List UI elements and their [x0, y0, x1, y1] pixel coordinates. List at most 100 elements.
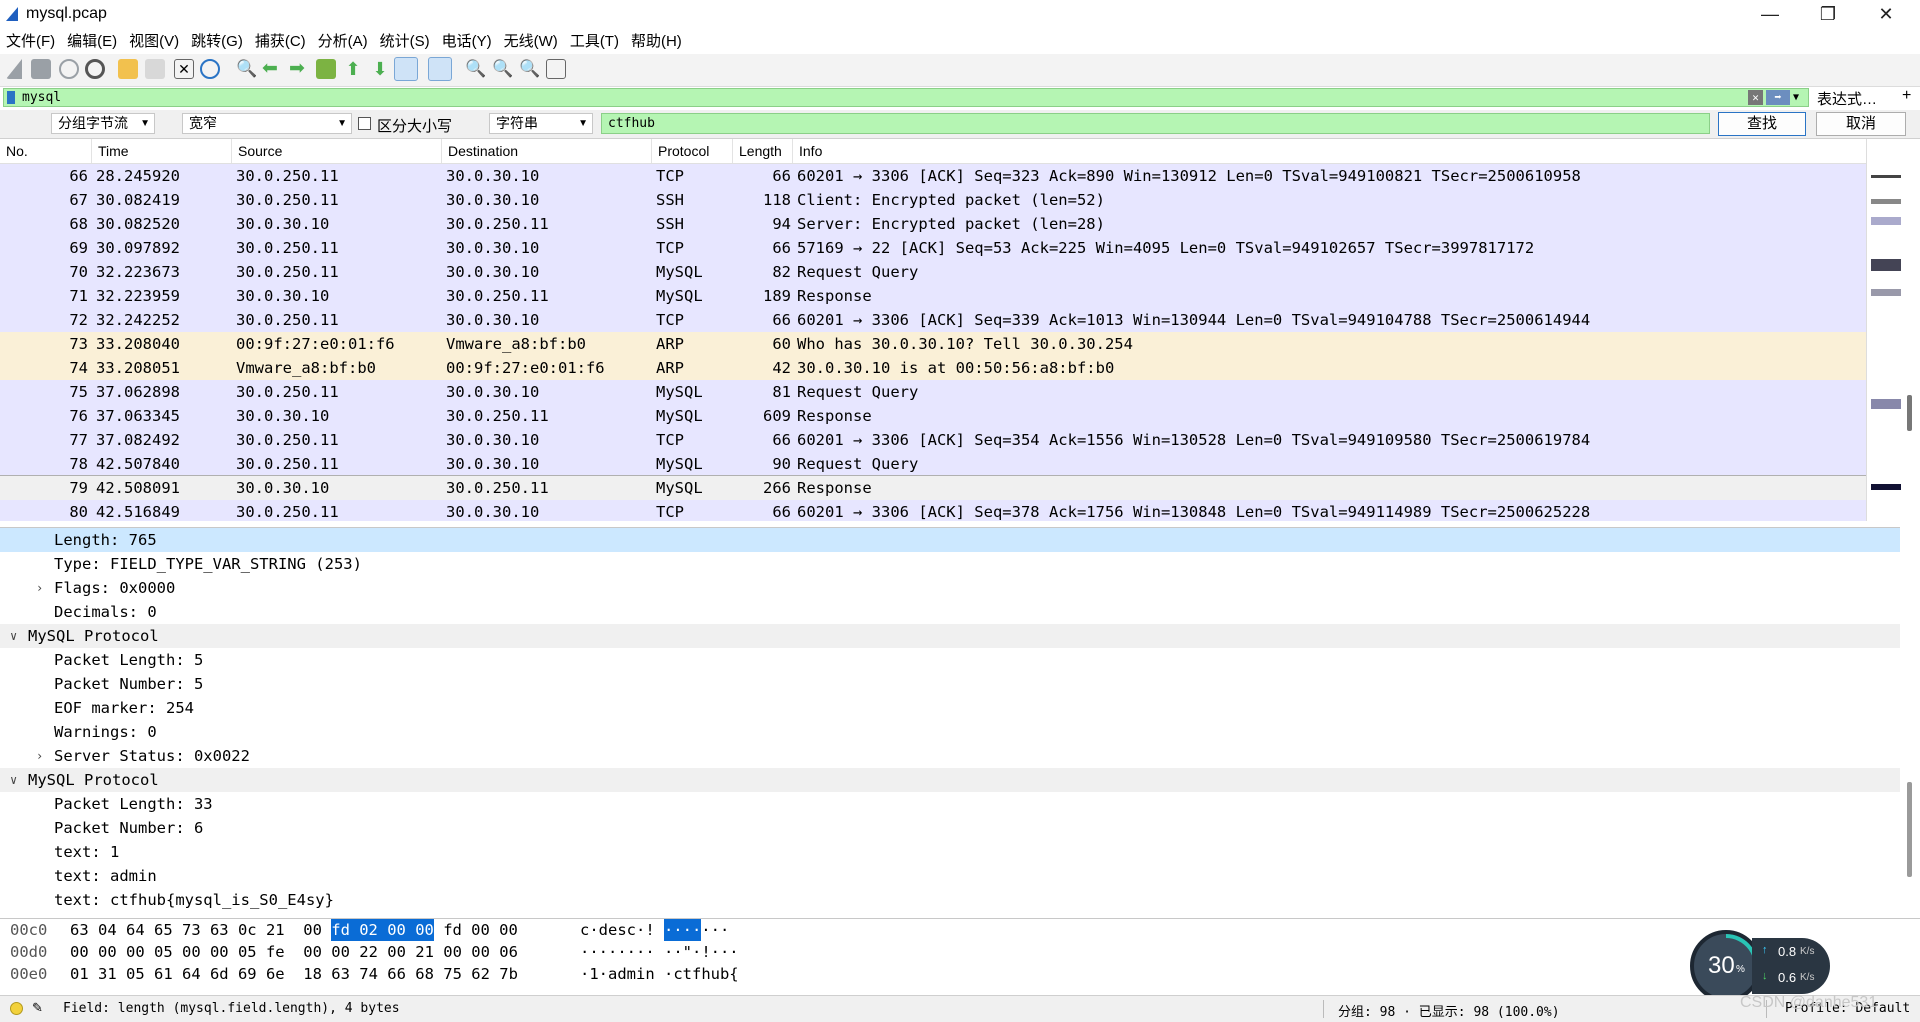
- col-destination[interactable]: Destination: [442, 139, 652, 163]
- packet-row[interactable]: 71 32.223959 30.0.30.10 30.0.250.11 MySQL 189…: [0, 284, 1866, 308]
- detail-field[interactable]: Length: 765: [0, 528, 1900, 552]
- menu-go[interactable]: 跳转(G): [185, 29, 249, 54]
- packet-row[interactable]: 70 32.223673 30.0.250.11 30.0.30.10 MySQL 82 R…: [0, 260, 1866, 284]
- collapse-caret-icon[interactable]: ∨: [10, 768, 17, 792]
- close-file-icon[interactable]: ✕: [174, 59, 194, 79]
- menu-telephony[interactable]: 电话(Y): [436, 29, 498, 54]
- detail-field[interactable]: Packet Length: 5: [0, 648, 1900, 672]
- packet-row[interactable]: 73 33.208040 00:9f:27:e0:01:f6 Vmware_a8:bf…: [0, 332, 1866, 356]
- save-file-icon[interactable]: [145, 59, 165, 79]
- colorize-icon[interactable]: [428, 57, 452, 81]
- menu-analyze[interactable]: 分析(A): [312, 29, 374, 54]
- find-button[interactable]: 查找: [1718, 112, 1806, 136]
- detail-section[interactable]: ∨ MySQL Protocol: [0, 768, 1900, 792]
- edit-comment-icon[interactable]: ✎: [32, 1000, 43, 1016]
- last-packet-icon[interactable]: ⬇: [370, 59, 390, 79]
- autoscroll-icon[interactable]: [394, 57, 418, 81]
- menu-view[interactable]: 视图(V): [123, 29, 185, 54]
- packet-row[interactable]: 67 30.082419 30.0.250.11 30.0.30.10 SSH 118 Cl…: [0, 188, 1866, 212]
- filter-dropdown-icon[interactable]: ▼: [1793, 89, 1799, 106]
- detail-section[interactable]: ∨ MySQL Protocol: [0, 624, 1900, 648]
- packet-list-minimap[interactable]: [1866, 139, 1920, 521]
- detail-field[interactable]: Packet Number: 6: [0, 816, 1900, 840]
- packet-row[interactable]: 68 30.082520 30.0.30.10 30.0.250.11 SSH 94 Ser…: [0, 212, 1866, 236]
- packet-row[interactable]: 74 33.208051 Vmware_a8:bf:b0 00:9f:27:e0:01…: [0, 356, 1866, 380]
- zoom-out-icon[interactable]: 🔍: [492, 59, 513, 79]
- menu-statistics[interactable]: 统计(S): [374, 29, 436, 54]
- detail-field[interactable]: Decimals: 0: [0, 600, 1900, 624]
- cancel-button[interactable]: 取消: [1816, 112, 1906, 136]
- menu-capture[interactable]: 捕获(C): [249, 29, 312, 54]
- expression-button[interactable]: 表达式…: [1817, 88, 1877, 109]
- collapse-caret-icon[interactable]: ∨: [10, 624, 17, 648]
- details-scrollbar[interactable]: [1900, 527, 1920, 915]
- detail-field[interactable]: text: ctfhub{mysql_is_S0_E4sy}: [0, 888, 1900, 912]
- packet-row[interactable]: 75 37.062898 30.0.250.11 30.0.30.10 MySQL 81 R…: [0, 380, 1866, 404]
- hex-row[interactable]: 00d0 00 00 00 05 00 00 05 fe 00 00 22 00 …: [0, 941, 1920, 963]
- detail-field[interactable]: Packet Length: 33: [0, 792, 1900, 816]
- detail-field[interactable]: text: admin: [0, 864, 1900, 888]
- stop-capture-icon[interactable]: [31, 59, 51, 79]
- restore-button[interactable]: ❐: [1800, 0, 1856, 29]
- col-protocol[interactable]: Protocol: [652, 139, 733, 163]
- expand-caret-icon[interactable]: ›: [36, 576, 43, 600]
- detail-field[interactable]: text: 1: [0, 840, 1900, 864]
- minimize-button[interactable]: —: [1742, 0, 1798, 29]
- hex-row[interactable]: 00e0 01 31 05 61 64 6d 69 6e 18 63 74 66 …: [0, 963, 1920, 985]
- col-no[interactable]: No.: [0, 139, 92, 163]
- detail-field[interactable]: › Server Status: 0x0022: [0, 744, 1900, 768]
- capture-options-icon[interactable]: [85, 59, 105, 79]
- col-source[interactable]: Source: [232, 139, 442, 163]
- reload-icon[interactable]: [200, 59, 220, 79]
- zoom-reset-icon[interactable]: 🔍: [519, 59, 540, 79]
- packet-row[interactable]: 72 32.242252 30.0.250.11 30.0.30.10 TCP 66 602…: [0, 308, 1866, 332]
- search-type-select[interactable]: 字符串 ▼: [489, 113, 593, 134]
- packet-row[interactable]: 79 42.508091 30.0.30.10 30.0.250.11 MySQL 266…: [0, 475, 1866, 501]
- packet-row[interactable]: 80 42.516849 30.0.250.11 30.0.30.10 TCP 66 602…: [0, 500, 1866, 521]
- zoom-in-icon[interactable]: 🔍: [465, 59, 486, 79]
- apply-filter-icon[interactable]: ➡: [1766, 90, 1790, 105]
- packet-row[interactable]: 77 37.082492 30.0.250.11 30.0.30.10 TCP 66 602…: [0, 428, 1866, 452]
- menu-edit[interactable]: 编辑(E): [61, 29, 123, 54]
- expand-caret-icon[interactable]: ›: [36, 744, 43, 768]
- search-scope-select[interactable]: 分组字节流 ▼: [51, 113, 155, 134]
- col-length[interactable]: Length: [733, 139, 793, 163]
- go-to-packet-icon[interactable]: [316, 59, 336, 79]
- close-button[interactable]: ✕: [1858, 0, 1914, 29]
- first-packet-icon[interactable]: ⬆: [343, 59, 363, 79]
- col-info[interactable]: Info: [793, 139, 1866, 163]
- packet-row[interactable]: 78 42.507840 30.0.250.11 30.0.30.10 MySQL 90 R…: [0, 452, 1866, 476]
- search-input[interactable]: ctfhub: [601, 113, 1710, 134]
- details-scroll-thumb[interactable]: [1907, 782, 1912, 877]
- go-back-icon[interactable]: ⬅: [262, 59, 282, 79]
- packet-row[interactable]: 76 37.063345 30.0.30.10 30.0.250.11 MySQL 609…: [0, 404, 1866, 428]
- open-file-icon[interactable]: [118, 59, 138, 79]
- char-width-select[interactable]: 宽窄 ▼: [182, 113, 352, 134]
- menu-tools[interactable]: 工具(T): [564, 29, 625, 54]
- clear-filter-icon[interactable]: ✕: [1748, 90, 1763, 105]
- detail-field[interactable]: Packet Number: 5: [0, 672, 1900, 696]
- packet-row[interactable]: 66 28.245920 30.0.250.11 30.0.30.10 TCP 66 602…: [0, 164, 1866, 188]
- menu-wireless[interactable]: 无线(W): [498, 29, 564, 54]
- detail-field[interactable]: Type: FIELD_TYPE_VAR_STRING (253): [0, 552, 1900, 576]
- detail-field[interactable]: EOF marker: 254: [0, 696, 1900, 720]
- detail-field[interactable]: › Flags: 0x0000: [0, 576, 1900, 600]
- packet-destination: 30.0.30.10: [446, 383, 540, 401]
- menu-file[interactable]: 文件(F): [0, 29, 61, 54]
- restart-capture-icon[interactable]: [59, 59, 79, 79]
- resize-columns-icon[interactable]: [546, 59, 566, 79]
- find-packet-icon[interactable]: 🔍: [236, 59, 257, 79]
- detail-field[interactable]: Warnings: 0: [0, 720, 1900, 744]
- go-forward-icon[interactable]: ➡: [289, 59, 309, 79]
- bookmark-icon[interactable]: [7, 91, 15, 104]
- col-time[interactable]: Time: [92, 139, 232, 163]
- packet-list-scroll-thumb[interactable]: [1907, 395, 1912, 431]
- expert-info-icon[interactable]: [10, 1002, 23, 1015]
- add-filter-button[interactable]: +: [1902, 87, 1911, 105]
- menu-help[interactable]: 帮助(H): [625, 29, 688, 54]
- start-capture-icon[interactable]: [6, 59, 22, 79]
- display-filter-input[interactable]: mysql ✕ ➡ ▼: [3, 88, 1809, 107]
- packet-row[interactable]: 69 30.097892 30.0.250.11 30.0.30.10 TCP 66 571…: [0, 236, 1866, 260]
- case-sensitive-checkbox[interactable]: [358, 117, 371, 130]
- hex-row[interactable]: 00c0 63 04 64 65 73 63 0c 21 00 fd 02 00 …: [0, 919, 1920, 941]
